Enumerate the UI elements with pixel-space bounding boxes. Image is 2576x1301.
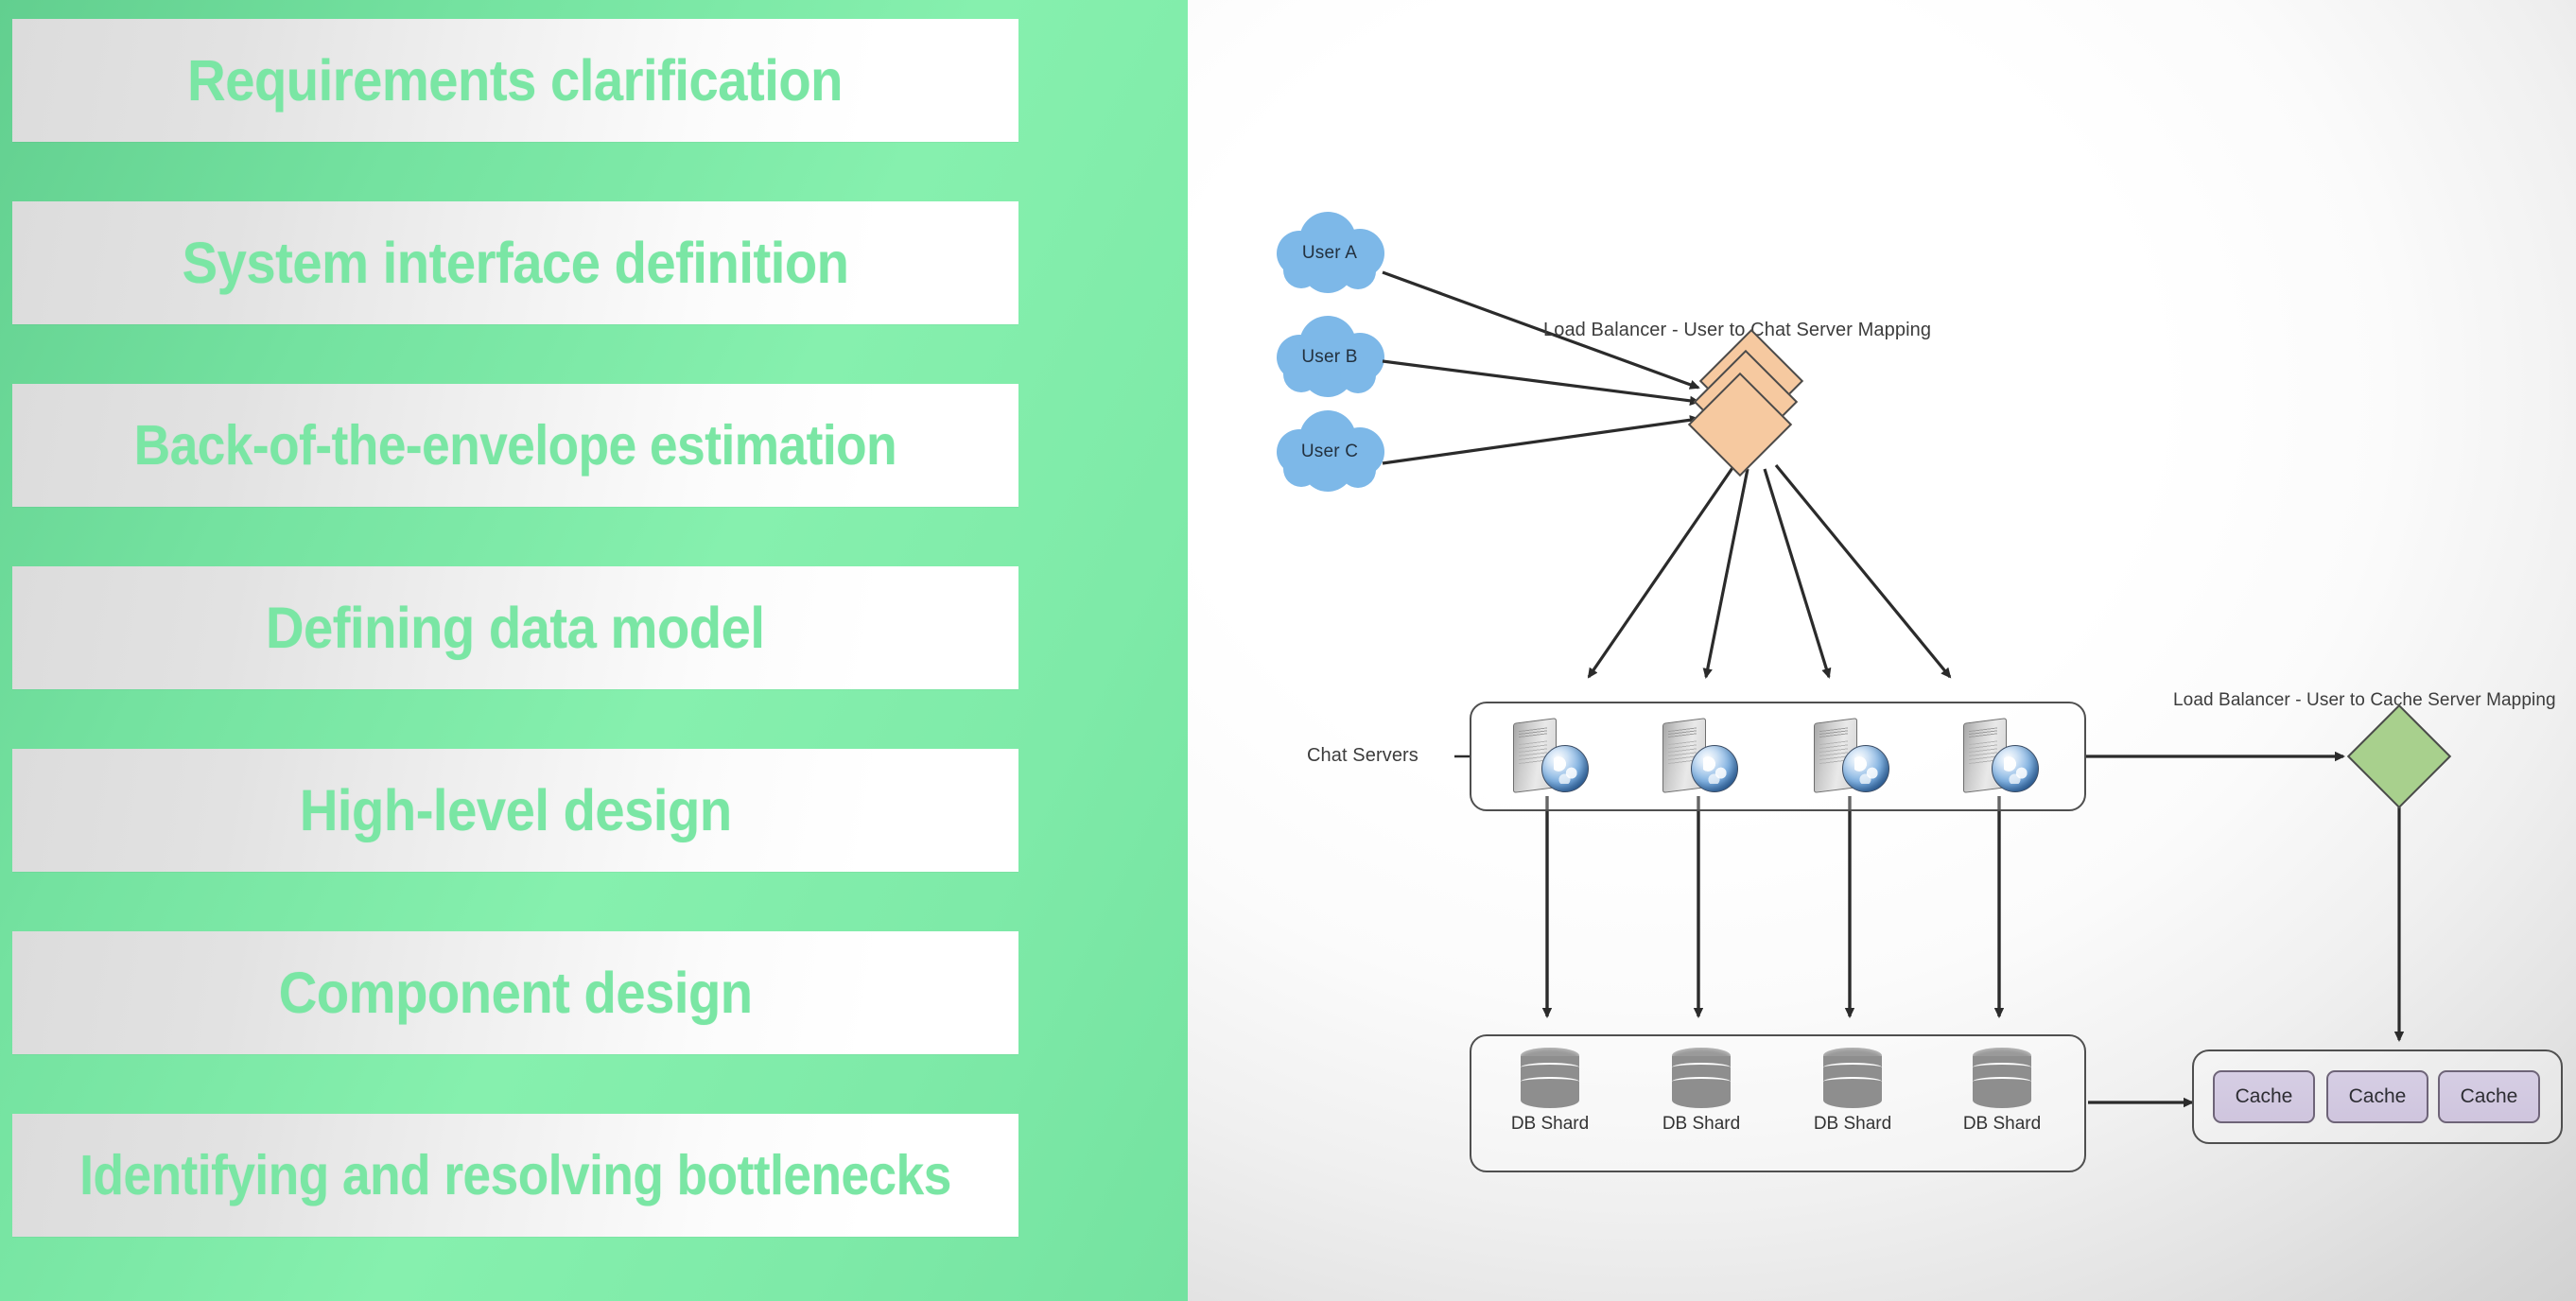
cache-label: Cache	[2235, 1085, 2293, 1107]
db-shard-label: DB Shard	[1962, 1114, 2042, 1134]
step-item-5[interactable]: High-level design	[12, 749, 1018, 872]
database-icon	[1672, 1048, 1731, 1108]
step-item-1[interactable]: Requirements clarification	[12, 19, 1018, 142]
globe-icon	[1842, 745, 1889, 792]
chat-server-icon-1[interactable]	[1511, 717, 1591, 798]
user-cloud-c[interactable]: User C	[1268, 417, 1391, 487]
db-separator	[1823, 1077, 1882, 1086]
db-shard-label: DB Shard	[1813, 1114, 1892, 1134]
chat-server-icon-2[interactable]	[1661, 717, 1740, 798]
chat-servers-label: Chat Servers	[1307, 745, 1419, 766]
system-architecture-diagram: User A User B User C Load Balancer - Use…	[1188, 0, 2576, 1301]
db-separator	[1521, 1063, 1579, 1072]
database-icon	[1521, 1048, 1579, 1108]
architecture-panel: User A User B User C Load Balancer - Use…	[1188, 0, 2576, 1301]
chat-load-balancer-icon[interactable]	[1687, 328, 1813, 492]
db-disk	[1823, 1092, 1882, 1108]
db-shard-label: DB Shard	[1662, 1114, 1741, 1134]
globe-icon	[1992, 745, 2039, 792]
database-icon	[1823, 1048, 1882, 1108]
user-cloud-b[interactable]: User B	[1268, 322, 1391, 392]
chat-server-icon-4[interactable]	[1961, 717, 2041, 798]
cache-chip-3[interactable]: Cache	[2438, 1070, 2540, 1123]
edge-lb-to-chat-server-3	[1763, 468, 1832, 679]
step-label: Requirements clarification	[187, 47, 844, 113]
chat-server-icon-3[interactable]	[1812, 717, 1891, 798]
chat-load-balancer-label: Load Balancer - User to Chat Server Mapp…	[1543, 320, 1932, 340]
db-separator	[1672, 1077, 1731, 1086]
db-shards-group: DB Shard DB Shard DB Shard DB Shard	[1470, 1034, 2086, 1172]
cache-servers-group: Cache Cache Cache	[2192, 1049, 2563, 1144]
chat-servers-group	[1470, 702, 2086, 811]
edge-user-c-to-lb	[1382, 415, 1700, 465]
db-disk	[1521, 1092, 1579, 1108]
cache-label: Cache	[2460, 1085, 2518, 1107]
user-label: User B	[1301, 347, 1358, 367]
step-label: Identifying and resolving bottlenecks	[79, 1143, 951, 1206]
step-label: Back-of-the-envelope estimation	[133, 413, 897, 477]
db-separator	[1521, 1077, 1579, 1086]
cache-chip-1[interactable]: Cache	[2213, 1070, 2315, 1123]
db-separator	[1823, 1063, 1882, 1072]
db-shard-label: DB Shard	[1510, 1114, 1590, 1134]
step-item-7[interactable]: Identifying and resolving bottlenecks	[12, 1114, 1018, 1237]
cache-label: Cache	[2348, 1085, 2407, 1107]
cache-load-balancer-label: Load Balancer - User to Cache Server Map…	[2173, 690, 2556, 710]
step-label: Component design	[278, 960, 753, 1025]
steps-panel: Requirements clarification System interf…	[0, 0, 1188, 1301]
edge-user-b-to-lb	[1382, 359, 1700, 407]
user-label: User C	[1300, 442, 1359, 461]
slide-stage: Requirements clarification System interf…	[0, 0, 2576, 1301]
step-label: System interface definition	[182, 230, 849, 295]
edge-lb-to-chat-server-4	[1774, 463, 1952, 679]
step-item-4[interactable]: Defining data model	[12, 566, 1018, 689]
globe-icon	[1541, 745, 1589, 792]
db-separator	[1973, 1063, 2031, 1072]
cache-chip-2[interactable]: Cache	[2326, 1070, 2428, 1123]
step-label: Defining data model	[266, 595, 765, 660]
globe-icon	[1691, 745, 1738, 792]
step-item-6[interactable]: Component design	[12, 931, 1018, 1054]
user-cloud-a[interactable]: User A	[1268, 218, 1391, 288]
step-item-2[interactable]: System interface definition	[12, 201, 1018, 324]
database-icon	[1973, 1048, 2031, 1108]
db-separator	[1672, 1063, 1731, 1072]
step-label: High-level design	[299, 777, 732, 842]
edge-lb-to-chat-server-2	[1702, 468, 1749, 679]
db-separator	[1973, 1077, 2031, 1086]
step-item-3[interactable]: Back-of-the-envelope estimation	[12, 384, 1018, 507]
db-disk	[1973, 1092, 2031, 1108]
db-disk	[1672, 1092, 1731, 1108]
user-label: User A	[1301, 243, 1358, 263]
